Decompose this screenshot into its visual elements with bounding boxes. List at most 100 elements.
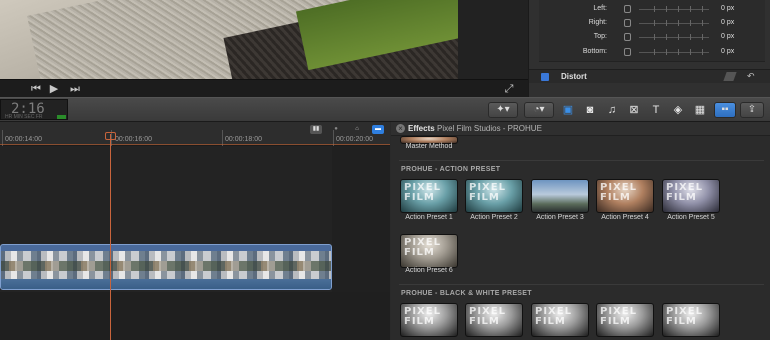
timeline-track-area[interactable] [0,146,390,340]
timecode-indicator [57,115,66,119]
effect-thumbnail[interactable]: PIXEL FILM [400,303,458,337]
title-icon[interactable]: T [648,101,664,119]
timecode-units: HR MIN SEC FR [5,114,43,120]
playhead[interactable] [110,134,111,340]
timeline: 00:00:14:00 00:00:16:00 00:00:18:00 00:0… [0,122,390,340]
effect-thumbnail[interactable]: PIXEL FILM [596,303,654,337]
distort-label: Distort [561,72,587,81]
clip-audio-waveform [1,279,331,289]
keyframe-icon[interactable] [624,33,631,41]
effects-browser-icon[interactable]: ▪▪ [714,102,736,118]
effect-thumbnail[interactable]: PIXEL FILM [662,303,720,337]
ruler-label: 00:00:16:00 [115,136,152,143]
effect-thumbnail[interactable]: PIXEL FILM [465,303,523,337]
bottom-label: Bottom: [582,48,607,55]
section-divider [399,160,764,161]
inspector-row-left: Left: 0 px [529,3,761,16]
effect-thumbnail[interactable]: PIXEL FILM [662,179,720,213]
music-icon[interactable]: ♫ [604,101,620,119]
left-value[interactable]: 0 px [721,5,734,12]
inspector-row-top: Top: 0 px [529,31,761,44]
magic-wand-icon[interactable]: ✦▾ [488,102,518,118]
distort-row[interactable]: Distort ↶ [529,69,770,83]
effect-label: Master Method [405,143,453,150]
effects-title: Effects [408,124,435,133]
watermark-logo: PIXEL FILM [666,306,703,327]
watermark-logo: PIXEL FILM [666,182,703,203]
top-label: Top: [593,33,607,40]
play-icon[interactable]: ▶ [45,80,63,98]
right-slider[interactable] [639,20,709,26]
watermark-logo: PIXEL FILM [404,182,441,203]
generator-icon[interactable]: ◈ [670,101,686,119]
section-heading: PROHUE - BLACK & WHITE PRESET [401,290,532,297]
bottom-value[interactable]: 0 px [721,48,734,55]
toolbar: 2:16 HR MIN SEC FR ✦▾ ◔▾ ▣ ◙ ♫ ⊠ T ◈ ▦ ▪… [0,97,770,122]
ruler-label: 00:00:20:00 [336,136,373,143]
top-slider[interactable] [639,34,709,40]
ruler-label: 00:00:14:00 [5,136,42,143]
watermark-logo: PIXEL FILM [600,182,637,203]
effect-label: Action Preset 3 [536,214,584,221]
watermark-logo: PIXEL FILM [600,306,637,327]
effect-thumbnail[interactable]: PIXEL FILM [400,179,458,213]
video-frame [0,0,458,79]
effect-label: Action Preset 5 [667,214,715,221]
camera-icon[interactable]: ◙ [582,101,598,119]
right-label: Right: [588,19,607,26]
effect-thumbnail[interactable]: PIXEL FILM [596,179,654,213]
watermark-logo: PIXEL FILM [469,306,506,327]
fullscreen-icon[interactable]: ⤢ [500,80,518,98]
inspector-row-right: Right: 0 px [529,17,761,30]
keyframe-icon[interactable] [624,48,631,56]
transitions-icon[interactable]: ⊠ [626,101,642,119]
ruler-range-line [0,144,390,145]
section-divider [399,284,764,285]
effect-thumbnail[interactable] [531,179,589,213]
previous-frame-icon[interactable]: ⏮ [27,80,45,98]
close-icon[interactable]: × [396,124,405,133]
left-slider[interactable] [639,6,709,12]
viewer [0,0,528,79]
effect-thumbnail[interactable]: PIXEL FILM [465,179,523,213]
video-effects-icon[interactable]: ▣ [560,101,576,119]
effect-label: Action Preset 6 [405,267,453,274]
top-value[interactable]: 0 px [721,33,734,40]
inspector-row-bottom: Bottom: 0 px [529,46,761,59]
timeline-ruler[interactable]: 00:00:14:00 00:00:16:00 00:00:18:00 00:0… [0,122,390,146]
timecode-display[interactable]: 2:16 HR MIN SEC FR [0,99,68,120]
next-frame-icon[interactable]: ⏭ [66,80,84,98]
reset-icon[interactable]: ↶ [747,71,755,82]
solo-icon[interactable]: ● [330,125,342,134]
retime-icon[interactable]: ◔▾ [524,102,554,118]
effect-thumbnail[interactable]: PIXEL FILM [400,234,458,268]
skimming-icon[interactable]: ▬ [372,125,384,134]
viewer-controls: ⏮ ▶ ⏭ ⤢ [0,79,528,97]
effects-header: × Effects Pixel Film Studios - PROHUE [391,122,770,136]
distort-icon [723,72,737,81]
left-label: Left: [593,5,607,12]
themes-icon[interactable]: ▦ [692,101,708,119]
effect-label: Action Preset 1 [405,214,453,221]
effects-browser: × Effects Pixel Film Studios - PROHUE Ma… [391,122,770,340]
timeline-lower-area [0,292,390,340]
watermark-logo: PIXEL FILM [404,237,441,258]
keyframe-icon[interactable] [624,19,631,27]
effect-label: Action Preset 2 [470,214,518,221]
video-clip[interactable] [0,244,332,290]
watermark-logo: PIXEL FILM [535,306,572,327]
effect-thumbnail[interactable]: PIXEL FILM [531,303,589,337]
bottom-slider[interactable] [639,49,709,55]
snapping-icon[interactable]: ⌂ [352,125,362,134]
distort-checkbox[interactable] [541,73,549,81]
watermark-logo: PIXEL FILM [404,306,441,327]
effects-category-path: Pixel Film Studios - PROHUE [437,124,542,133]
keyframe-icon[interactable] [624,5,631,13]
inspector: Left: 0 px Right: 0 px Top: 0 px Bottom:… [528,0,770,97]
share-icon[interactable]: ⇪ [740,102,764,118]
section-heading: PROHUE - ACTION PRESET [401,166,501,173]
clip-filmstrip-road [1,261,331,271]
audio-skimming-icon[interactable]: ▮▮ [310,125,322,134]
right-value[interactable]: 0 px [721,19,734,26]
ruler-label: 00:00:18:00 [225,136,262,143]
